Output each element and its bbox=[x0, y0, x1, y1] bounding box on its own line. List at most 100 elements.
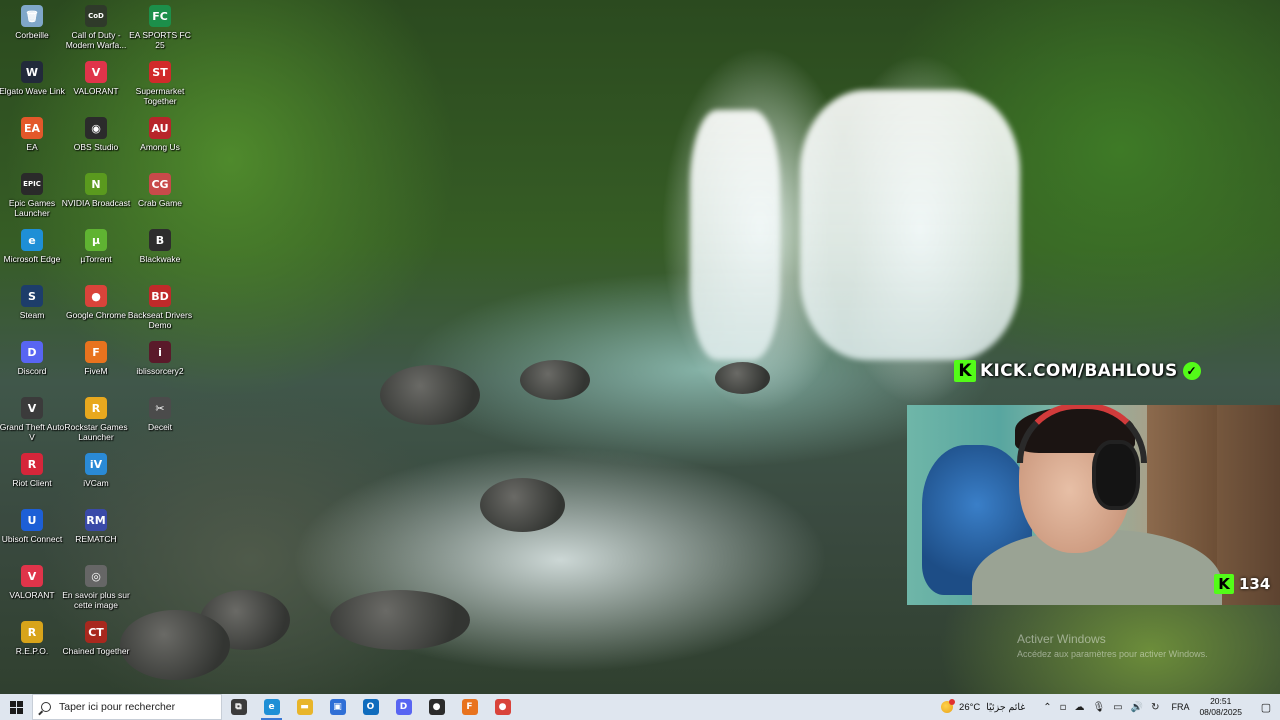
desktop-icon-label: Steam bbox=[19, 310, 45, 320]
taskbar-app-app-dark[interactable]: ● bbox=[420, 694, 453, 720]
desktop-icon-chained-together[interactable]: CT Chained Together bbox=[63, 616, 129, 670]
desktop-icon-epic-games[interactable]: EPIC Epic Games Launcher bbox=[0, 168, 64, 222]
viewer-count-badge: K 134 bbox=[1214, 574, 1270, 594]
rock bbox=[715, 362, 770, 394]
taskbar: Taper ici pour rechercher ⧉ e ▬ ▣ O D ● F ● 26°C… bbox=[0, 694, 1280, 720]
desktop-icon-valorant[interactable]: V VALORANT bbox=[64, 56, 128, 110]
microphone-icon[interactable]: 🎙 bbox=[1092, 702, 1105, 713]
taskbar-app-outlook[interactable]: O bbox=[354, 694, 387, 720]
desktop-icon-fivem[interactable]: F FiveM bbox=[64, 336, 128, 390]
desktop-icon-ea[interactable]: EA EA bbox=[0, 112, 64, 166]
desktop-icon-label: En savoir plus sur cette image bbox=[62, 590, 130, 610]
desktop-icon-label: REMATCH bbox=[75, 534, 117, 544]
desktop-icon-supermarket-together[interactable]: ST Supermarket Together bbox=[128, 56, 192, 110]
edge-icon: e bbox=[263, 699, 280, 715]
desktop-icon-ea-sports-fc[interactable]: FC EA SPORTS FC 25 bbox=[128, 0, 192, 54]
desktop-icon-steam[interactable]: S Steam bbox=[0, 280, 64, 334]
app-dark-icon: ● bbox=[428, 699, 445, 715]
desktop-icon-iblissorcery[interactable]: i iblissorcery2 bbox=[128, 336, 192, 390]
activation-subtitle: Accédez aux paramètres pour activer Wind… bbox=[1017, 649, 1208, 659]
google-chrome-icon: ● bbox=[85, 285, 107, 307]
desktop-icon-blackwake[interactable]: B Blackwake bbox=[128, 224, 192, 278]
kick-logo-icon: K bbox=[954, 360, 976, 382]
start-button[interactable] bbox=[0, 694, 32, 720]
desktop-icon-camera-info[interactable]: ◎ En savoir plus sur cette image bbox=[62, 560, 130, 614]
desktop-icon-microsoft-edge[interactable]: e Microsoft Edge bbox=[0, 224, 64, 278]
tray-app-icon[interactable]: ▫ bbox=[1060, 702, 1067, 713]
input-language[interactable]: FRA bbox=[1171, 702, 1189, 712]
desktop-icon-discord[interactable]: D Discord bbox=[0, 336, 64, 390]
valorant-shortcut-icon: V bbox=[21, 565, 43, 587]
taskbar-app-edge[interactable]: e bbox=[255, 694, 288, 720]
sync-icon[interactable]: ↻ bbox=[1151, 702, 1159, 713]
fivem-icon: F bbox=[85, 341, 107, 363]
taskbar-app-file-explorer[interactable]: ▬ bbox=[288, 694, 321, 720]
weather-description: غائم جزئيًا bbox=[986, 701, 1026, 713]
desktop-icon-nvidia-broadcast[interactable]: N NVIDIA Broadcast bbox=[62, 168, 130, 222]
search-icon bbox=[41, 702, 51, 712]
desktop-icon-label: Discord bbox=[17, 366, 47, 376]
taskbar-app-task-view[interactable]: ⧉ bbox=[222, 694, 255, 720]
desktop-icon-label: Riot Client bbox=[12, 478, 52, 488]
desktop-icon-label: FiveM bbox=[84, 366, 108, 376]
desktop-icon-label: Microsoft Edge bbox=[3, 254, 61, 264]
desktop-icon-label: Supermarket Together bbox=[135, 86, 185, 106]
desktop-icon-google-chrome[interactable]: ● Google Chrome bbox=[64, 280, 128, 334]
onedrive-icon[interactable]: ☁ bbox=[1074, 702, 1084, 713]
taskbar-app-microsoft-store[interactable]: ▣ bbox=[321, 694, 354, 720]
desktop-icon-among-us[interactable]: AU Among Us bbox=[128, 112, 192, 166]
ubisoft-connect-icon: U bbox=[21, 509, 43, 531]
desktop-icon-valorant-shortcut[interactable]: V VALORANT bbox=[0, 560, 64, 614]
desktop-icon-label: Ubisoft Connect bbox=[1, 534, 63, 544]
desktop-icon-call-of-duty[interactable]: CoD Call of Duty - Modern Warfa... bbox=[64, 0, 128, 54]
taskbar-search-box[interactable]: Taper ici pour rechercher bbox=[32, 694, 222, 720]
desktop-icon-label: OBS Studio bbox=[73, 142, 119, 152]
kick-channel-url: KICK.COM/BAHLOUS bbox=[980, 361, 1178, 381]
taskbar-clock[interactable]: 20:51 08/08/2025 bbox=[1199, 696, 1242, 718]
desktop-icon-label: iblissorcery2 bbox=[136, 366, 184, 376]
desktop-icon-label: Grand Theft Auto V bbox=[0, 422, 65, 442]
network-icon[interactable]: ▭ bbox=[1113, 702, 1122, 713]
chevron-up-icon[interactable]: ⌃ bbox=[1043, 702, 1051, 713]
taskbar-app-chrome[interactable]: ● bbox=[486, 694, 519, 720]
desktop-icon-backseat-drivers[interactable]: BD Backseat Drivers Demo bbox=[128, 280, 192, 334]
desktop-icon-ubisoft-connect[interactable]: U Ubisoft Connect bbox=[0, 504, 64, 558]
fivem-icon: F bbox=[461, 699, 478, 715]
desktop-icon-label: Elgato Wave Link bbox=[0, 86, 65, 96]
desktop-icon-label: Backseat Drivers Demo bbox=[127, 310, 193, 330]
crab-game-icon: CG bbox=[149, 173, 171, 195]
camera-info-icon: ◎ bbox=[85, 565, 107, 587]
desktop-icon-elgato-wave-link[interactable]: W Elgato Wave Link bbox=[0, 56, 65, 110]
desktop-icon-recycle-bin[interactable]: 🗑 Corbeille bbox=[0, 0, 64, 54]
desktop-icon-rockstar[interactable]: R Rockstar Games Launcher bbox=[64, 392, 128, 446]
repo-icon: R bbox=[21, 621, 43, 643]
desktop-icon-rematch[interactable]: RM REMATCH bbox=[64, 504, 128, 558]
chained-together-icon: CT bbox=[85, 621, 107, 643]
desktop-icon-label: VALORANT bbox=[73, 86, 119, 96]
riot-client-icon: R bbox=[21, 453, 43, 475]
search-placeholder: Taper ici pour rechercher bbox=[59, 701, 176, 713]
desktop-icon-utorrent[interactable]: µ µTorrent bbox=[64, 224, 128, 278]
file-explorer-icon: ▬ bbox=[296, 699, 313, 715]
desktop-icon-obs-studio[interactable]: ◉ OBS Studio bbox=[64, 112, 128, 166]
weather-widget[interactable]: 26°C غائم جزئيًا bbox=[941, 699, 1026, 713]
notifications-icon[interactable]: ▢ bbox=[1252, 694, 1280, 720]
windows-activation-watermark: Activer Windows Accédez aux paramètres p… bbox=[1017, 632, 1208, 659]
discord-icon: D bbox=[21, 341, 43, 363]
taskbar-app-fivem[interactable]: F bbox=[453, 694, 486, 720]
speaker-icon[interactable]: 🔊 bbox=[1131, 702, 1143, 713]
desktop-icon-label: Crab Game bbox=[138, 198, 182, 208]
desktop-icon-repo[interactable]: R R.E.P.O. bbox=[0, 616, 64, 670]
recycle-bin-icon: 🗑 bbox=[21, 5, 43, 27]
desktop-icon-crab-game[interactable]: CG Crab Game bbox=[128, 168, 192, 222]
gta-v-icon: V bbox=[21, 397, 43, 419]
taskbar-app-discord[interactable]: D bbox=[387, 694, 420, 720]
kick-channel-banner: K KICK.COM/BAHLOUS ✓ bbox=[954, 360, 1201, 382]
desktop-icon-ivcam[interactable]: iV iVCam bbox=[64, 448, 128, 502]
desktop-icon-deceit[interactable]: ✂ Deceit bbox=[128, 392, 192, 446]
rock bbox=[380, 365, 480, 425]
desktop-icon-gta-v[interactable]: V Grand Theft Auto V bbox=[0, 392, 64, 446]
desktop-icon-riot-client[interactable]: R Riot Client bbox=[0, 448, 64, 502]
system-tray: 26°C غائم جزئيًا ⌃ ▫ ☁ 🎙 ▭ 🔊 ↻ FRA 20:51… bbox=[941, 694, 1280, 720]
activation-title: Activer Windows bbox=[1017, 632, 1106, 646]
